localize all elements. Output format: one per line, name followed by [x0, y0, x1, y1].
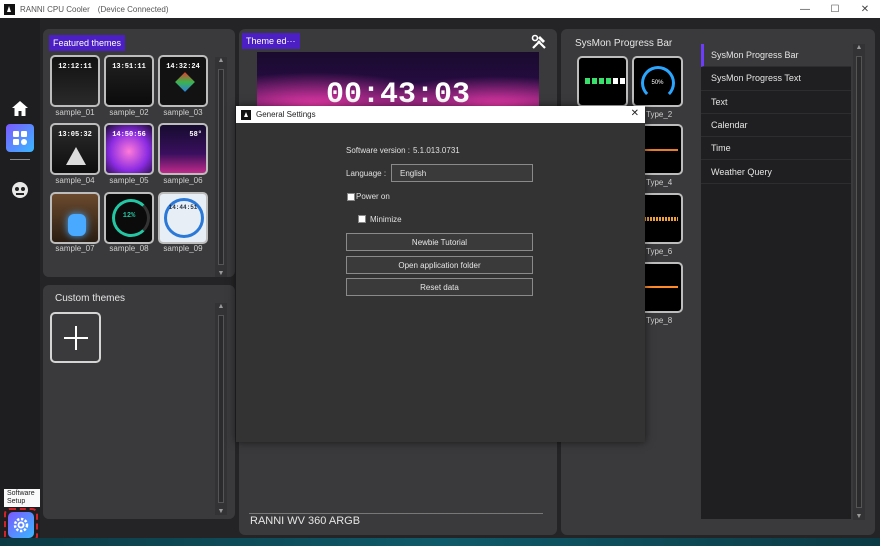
- home-icon[interactable]: [8, 96, 32, 120]
- progress-type-1-thumb[interactable]: [577, 56, 628, 107]
- add-theme-button[interactable]: [50, 312, 101, 363]
- window-titlebar: RANNI CPU Cooler (Device Connected) — ☐ …: [0, 0, 880, 18]
- minimize-label: Minimize: [370, 215, 402, 224]
- minimize-checkbox[interactable]: [358, 215, 366, 223]
- theme-caption: sample_07: [55, 244, 95, 253]
- theme-caption: sample_08: [109, 244, 149, 253]
- apps-icon[interactable]: [6, 124, 34, 152]
- list-item-time[interactable]: Time: [701, 137, 851, 161]
- widget-type-list: SysMon Progress Bar SysMon Progress Text…: [701, 44, 851, 519]
- theme-caption: sample_06: [163, 176, 203, 185]
- type-caption: Type_4: [646, 178, 673, 187]
- theme-thumb-sample-06[interactable]: 58°: [158, 123, 208, 175]
- sysmon-header: SysMon Progress Bar: [575, 38, 673, 49]
- sysmon-scrollbar[interactable]: ▲ ▼: [853, 44, 865, 520]
- maximize-button[interactable]: ☐: [820, 0, 850, 18]
- theme-thumb-sample-03[interactable]: 14:32:24: [158, 55, 208, 107]
- app-logo-icon: [4, 3, 15, 15]
- theme-caption: sample_01: [55, 108, 95, 117]
- connection-status: (Device Connected): [97, 4, 169, 14]
- theme-editor-label: Theme ed···: [242, 33, 300, 49]
- theme-thumb-sample-08[interactable]: 12%: [104, 192, 154, 244]
- language-label: Language :: [346, 169, 387, 178]
- app-logo-icon: [241, 109, 251, 120]
- custom-themes-label: Custom themes: [55, 293, 126, 304]
- progress-type-2-thumb[interactable]: 50%: [632, 56, 683, 107]
- theme-thumb-sample-02[interactable]: 13:51:11: [104, 55, 154, 107]
- list-item-text[interactable]: Text: [701, 91, 851, 114]
- left-rail: Software Setup: [0, 18, 40, 546]
- gauge-value: 50%: [651, 80, 664, 86]
- type-caption: Type_2: [646, 110, 673, 119]
- theme-preview: 00:43:03: [257, 52, 539, 108]
- theme-caption: sample_09: [163, 244, 203, 253]
- software-setup-button[interactable]: [4, 508, 38, 542]
- minimize-button[interactable]: —: [790, 0, 820, 18]
- featured-scrollbar[interactable]: ▲ ▼: [215, 57, 227, 277]
- device-divider: [249, 513, 543, 514]
- list-item-calendar[interactable]: Calendar: [701, 114, 851, 138]
- type-caption: Type_6: [646, 247, 673, 256]
- theme-thumb-sample-01[interactable]: 12:12:11: [50, 55, 100, 107]
- gear-icon: [8, 512, 34, 538]
- theme-thumb-sample-09[interactable]: 14:44:51: [158, 192, 208, 244]
- type-caption: Type_8: [646, 316, 673, 325]
- bottom-glow: [0, 538, 880, 546]
- list-item-weather-query[interactable]: Weather Query: [701, 160, 851, 184]
- general-settings-dialog: General Settings ✕ Software version : 5.…: [236, 106, 645, 442]
- theme-caption: sample_05: [109, 176, 149, 185]
- window-title: RANNI CPU Cooler: [20, 4, 90, 14]
- robot-icon[interactable]: [8, 178, 32, 202]
- reset-data-button[interactable]: Reset data: [346, 278, 533, 296]
- dialog-title: General Settings: [256, 110, 316, 119]
- featured-themes-label: Featured themes: [49, 35, 126, 51]
- dialog-close-button[interactable]: ✕: [631, 108, 639, 119]
- custom-scrollbar[interactable]: ▲ ▼: [215, 303, 227, 515]
- software-version-value: 5.1.013.0731: [413, 146, 460, 155]
- newbie-tutorial-button[interactable]: Newbie Tutorial: [346, 233, 533, 251]
- power-on-checkbox[interactable]: [347, 193, 355, 201]
- software-setup-tooltip: Software Setup: [4, 489, 40, 507]
- list-item-sysmon-progress-text[interactable]: SysMon Progress Text: [701, 67, 851, 91]
- theme-caption: sample_03: [163, 108, 203, 117]
- theme-thumb-sample-07[interactable]: [50, 192, 100, 244]
- open-app-folder-button[interactable]: Open application folder: [346, 256, 533, 274]
- theme-thumb-sample-05[interactable]: 14:50:56: [104, 123, 154, 175]
- close-button[interactable]: ✕: [850, 0, 880, 18]
- software-version-label: Software version :: [346, 146, 411, 155]
- theme-caption: sample_04: [55, 176, 95, 185]
- rail-divider: [10, 159, 30, 160]
- list-item-sysmon-progress-bar[interactable]: SysMon Progress Bar: [701, 44, 851, 68]
- device-name: RANNI WV 360 ARGB: [250, 515, 361, 527]
- theme-thumb-sample-04[interactable]: 13:05:32: [50, 123, 100, 175]
- power-on-label: Power on: [356, 192, 390, 201]
- preview-clock: 00:43:03: [325, 78, 471, 108]
- language-select[interactable]: English: [391, 164, 533, 182]
- theme-caption: sample_02: [109, 108, 149, 117]
- dialog-titlebar: General Settings ✕: [236, 106, 645, 123]
